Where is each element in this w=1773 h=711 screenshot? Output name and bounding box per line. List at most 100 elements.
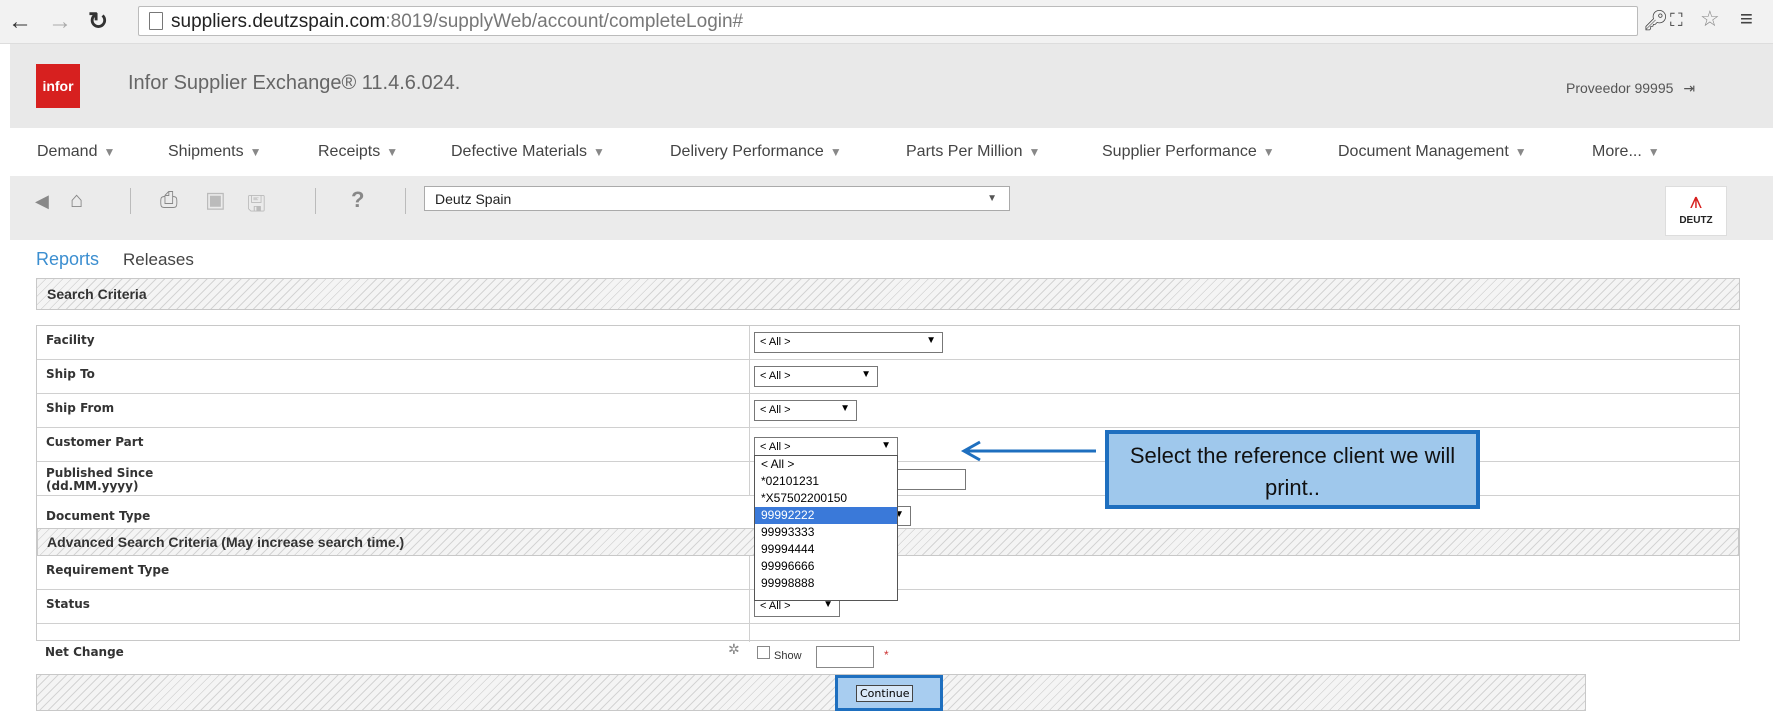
save-icon[interactable]: 🖫︎ xyxy=(247,187,266,225)
net-change-input[interactable] xyxy=(816,646,874,668)
select-value: < All > xyxy=(760,404,791,416)
menu-label: More... xyxy=(1592,143,1642,160)
required-mark: * xyxy=(884,648,889,662)
chevron-down-icon: ▼ xyxy=(829,145,842,159)
menu-parts-per-million[interactable]: Parts Per Million ▼ xyxy=(906,143,1040,161)
user-name: Proveedor 99995 xyxy=(1566,80,1674,96)
menu-label: Parts Per Million xyxy=(906,143,1023,160)
field-label: Status xyxy=(46,597,90,611)
menu-demand[interactable]: Demand ▼ xyxy=(37,143,115,161)
menu-label: Demand xyxy=(37,143,98,160)
chevron-down-icon: ▼ xyxy=(987,193,997,204)
reload-icon[interactable]: ↻ xyxy=(88,8,108,36)
chevron-down-icon: ▼ xyxy=(840,403,850,414)
user-label[interactable]: Proveedor 99995 ⇥ xyxy=(1566,80,1695,97)
dropdown-option-highlighted[interactable]: 99992222 xyxy=(755,507,897,524)
annotation-callout: Select the reference client we will prin… xyxy=(1105,430,1480,509)
menu-label: Shipments xyxy=(168,143,244,160)
url-path: :8019/supplyWeb/account/completeLogin# xyxy=(385,11,744,32)
net-change-checkbox[interactable] xyxy=(757,646,770,659)
address-bar[interactable]: suppliers.deutzspain.com:8019/supplyWeb/… xyxy=(138,6,1638,36)
field-label: Ship From xyxy=(46,401,115,415)
chevron-down-icon: ▼ xyxy=(1514,145,1527,159)
callout-text: Select the reference client we will prin… xyxy=(1129,443,1456,500)
star-icon[interactable]: ☆ xyxy=(1700,6,1720,32)
chevron-down-icon: ▼ xyxy=(861,369,871,380)
tab-releases[interactable]: Releases xyxy=(123,250,194,270)
menu-receipts[interactable]: Receipts ▼ xyxy=(318,143,398,161)
home-icon[interactable]: ⌂ xyxy=(70,187,83,213)
dropdown-option[interactable]: 99998888 xyxy=(755,575,897,592)
tab-reports[interactable]: Reports xyxy=(36,249,99,270)
print-icon[interactable]: ⎙ xyxy=(160,187,178,213)
select-value: < All > xyxy=(760,441,791,453)
customer-part-select[interactable]: < All > ▼ xyxy=(754,437,898,456)
section-title: Search Criteria xyxy=(47,286,147,302)
select-value: < All > xyxy=(760,370,791,382)
deutz-emblem-icon: ⩚ xyxy=(1689,188,1703,213)
menu-supplier-performance[interactable]: Supplier Performance ▼ xyxy=(1102,143,1275,161)
key-icon[interactable]: 🔑︎ xyxy=(1643,8,1668,33)
menu-label: Delivery Performance xyxy=(670,143,824,160)
export-icon[interactable]: ▣ xyxy=(205,187,226,213)
deutz-logo-text: DEUTZ xyxy=(1679,215,1713,226)
help-icon[interactable]: ? xyxy=(351,187,364,213)
chevron-down-icon: ▼ xyxy=(103,145,116,159)
field-label: Document Type xyxy=(46,509,151,523)
chevron-down-icon: ▼ xyxy=(249,145,262,159)
infor-logo: infor xyxy=(36,64,80,108)
dropdown-option[interactable]: 99993333 xyxy=(755,524,897,541)
chevron-down-icon: ▼ xyxy=(1028,145,1041,159)
forward-icon[interactable]: → xyxy=(48,8,72,36)
form-footer xyxy=(36,674,1586,711)
menu-shipments[interactable]: Shipments ▼ xyxy=(168,143,261,161)
menu-defective-materials[interactable]: Defective Materials ▼ xyxy=(451,143,605,161)
back-icon[interactable]: ← xyxy=(8,8,32,36)
page-icon xyxy=(149,12,163,30)
search-criteria-header: Search Criteria xyxy=(36,278,1740,310)
label-line: Published Since xyxy=(46,466,154,480)
chevron-down-icon: ▼ xyxy=(386,145,399,159)
show-label: Show xyxy=(774,650,802,662)
menu-delivery-performance[interactable]: Delivery Performance ▼ xyxy=(670,143,842,161)
row-ship-from: Ship From < All > ▼ xyxy=(37,394,1739,428)
chevron-down-icon: ▼ xyxy=(881,440,891,451)
menu-label: Document Management xyxy=(1338,143,1509,160)
ship-to-select[interactable]: < All > ▼ xyxy=(754,366,878,387)
toolbar-divider xyxy=(315,188,316,214)
menu-icon[interactable]: ≡ xyxy=(1740,6,1753,32)
menu-document-management[interactable]: Document Management ▼ xyxy=(1338,143,1527,161)
field-label: Published Since (dd.MM.yyyy) xyxy=(46,467,153,493)
ship-from-select[interactable]: < All > ▼ xyxy=(754,400,857,421)
toolbar-divider xyxy=(405,188,406,214)
continue-label: Continue xyxy=(856,685,914,702)
dropdown-option[interactable]: *X57502200150 xyxy=(755,490,897,507)
logout-icon[interactable]: ⇥ xyxy=(1683,80,1695,96)
section-title: Advanced Search Criteria (May increase s… xyxy=(47,534,405,550)
url-host: suppliers.deutzspain.com xyxy=(171,11,386,32)
chevron-down-icon: ▼ xyxy=(926,335,936,346)
continue-button[interactable]: Continue xyxy=(835,675,943,711)
row-net-change xyxy=(37,624,1739,642)
select-value: < All > xyxy=(760,600,791,612)
back-triangle-icon[interactable]: ◀ xyxy=(35,191,49,212)
toolbar-divider xyxy=(130,188,131,214)
field-label: Requirement Type xyxy=(46,563,170,577)
company-select[interactable]: Deutz Spain ▼ xyxy=(424,186,1010,211)
menu-more[interactable]: More... ▼ xyxy=(1592,143,1660,161)
chevron-down-icon: ▼ xyxy=(1262,145,1275,159)
net-change-label: Net Change xyxy=(45,645,124,659)
dropdown-option[interactable]: 99996666 xyxy=(755,558,897,575)
field-label: Ship To xyxy=(46,367,95,381)
dropdown-option[interactable]: *02101231 xyxy=(755,473,897,490)
select-value: < All > xyxy=(760,336,791,348)
customer-part-dropdown[interactable]: < All > *02101231 *X57502200150 99992222… xyxy=(754,455,898,601)
translate-icon[interactable]: ⛶ xyxy=(1670,10,1683,31)
dropdown-option[interactable]: 99994444 xyxy=(755,541,897,558)
deutz-logo: ⩚ DEUTZ xyxy=(1665,186,1727,236)
gear-icon[interactable]: ✲ xyxy=(728,641,740,658)
facility-select[interactable]: < All > ▼ xyxy=(754,332,943,353)
dropdown-option[interactable]: < All > xyxy=(755,456,897,473)
menu-label: Supplier Performance xyxy=(1102,143,1257,160)
company-select-value: Deutz Spain xyxy=(435,191,512,207)
